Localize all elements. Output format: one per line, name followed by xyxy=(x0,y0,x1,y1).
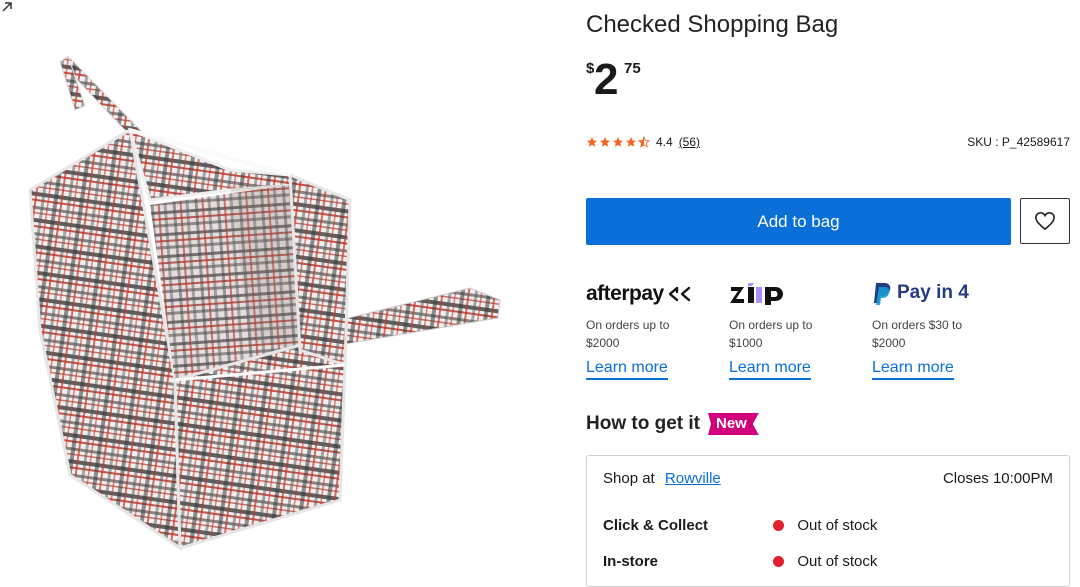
paypal-icon xyxy=(874,283,891,305)
wishlist-button[interactable] xyxy=(1020,198,1070,244)
expand-arrow-icon[interactable] xyxy=(0,0,14,14)
afterpay-arrows-icon xyxy=(668,286,691,302)
rating: 4.4 (56) xyxy=(586,135,700,149)
afterpay-logo-text: afterpay xyxy=(586,282,664,305)
price-dollars: 2 xyxy=(594,55,619,104)
afterpay-option: afterpay On orders up to $2000 Learn mor… xyxy=(586,282,726,380)
checked-bag-illustration xyxy=(28,55,501,551)
click-and-collect-row: Click & Collect Out of stock xyxy=(603,517,877,534)
zip-logo-icon xyxy=(730,283,783,305)
store-link[interactable]: Rowville xyxy=(665,470,721,487)
product-title: Checked Shopping Bag xyxy=(586,11,839,38)
heart-icon xyxy=(1035,211,1055,231)
how-to-get-it-heading: How to get it xyxy=(586,413,700,434)
star-icon xyxy=(600,137,610,147)
out-of-stock-dot-icon xyxy=(773,520,785,531)
paypal-logo: Pay in 4 xyxy=(872,282,1012,308)
stock-label: In-store xyxy=(603,553,659,570)
paypal-learn-more-link[interactable]: Learn more xyxy=(872,359,954,380)
star-icon xyxy=(613,137,623,147)
out-of-stock-dot-icon xyxy=(773,556,785,567)
paypal-logo-text: Pay in 4 xyxy=(897,282,969,303)
zip-learn-more-link[interactable]: Learn more xyxy=(729,359,811,380)
afterpay-desc: On orders up to $2000 xyxy=(586,318,670,350)
shop-at-label: Shop at xyxy=(603,470,655,487)
stock-availability-panel: Shop at Rowville Closes 10:00PM Click & … xyxy=(586,455,1070,587)
zip-desc: On orders up to $1000 xyxy=(729,318,813,350)
afterpay-learn-more-link[interactable]: Learn more xyxy=(586,359,668,380)
star-icon xyxy=(587,137,597,147)
zip-logo: zip xyxy=(729,282,869,308)
in-store-row: In-store Out of stock xyxy=(603,553,877,570)
paypal-option: Pay in 4 On orders $30 to $2000 Learn mo… xyxy=(872,282,1012,380)
rating-stars xyxy=(586,136,650,148)
stock-label: Click & Collect xyxy=(603,517,709,534)
paypal-desc: On orders $30 to $2000 xyxy=(872,318,963,350)
half-star-icon xyxy=(638,136,650,148)
stock-status: Out of stock xyxy=(797,517,878,534)
review-count-link[interactable]: (56) xyxy=(679,135,700,149)
how-to-get-it: How to get it New xyxy=(586,413,759,435)
price-cents: 75 xyxy=(624,60,641,77)
sku: SKU : P_42589617 xyxy=(967,135,1070,149)
stock-status: Out of stock xyxy=(797,553,878,570)
zip-option: zip On orders up to $1000 Learn more xyxy=(729,282,869,380)
product-image[interactable] xyxy=(0,0,560,570)
store-closing-time: Closes 10:00PM xyxy=(942,470,1053,487)
afterpay-logo: afterpay xyxy=(586,282,726,308)
rating-score: 4.4 xyxy=(656,135,673,149)
star-icon xyxy=(626,137,636,147)
add-to-bag-button[interactable]: Add to bag xyxy=(586,198,1011,245)
shop-at: Shop at Rowville xyxy=(603,470,721,487)
new-badge: New xyxy=(707,413,759,435)
